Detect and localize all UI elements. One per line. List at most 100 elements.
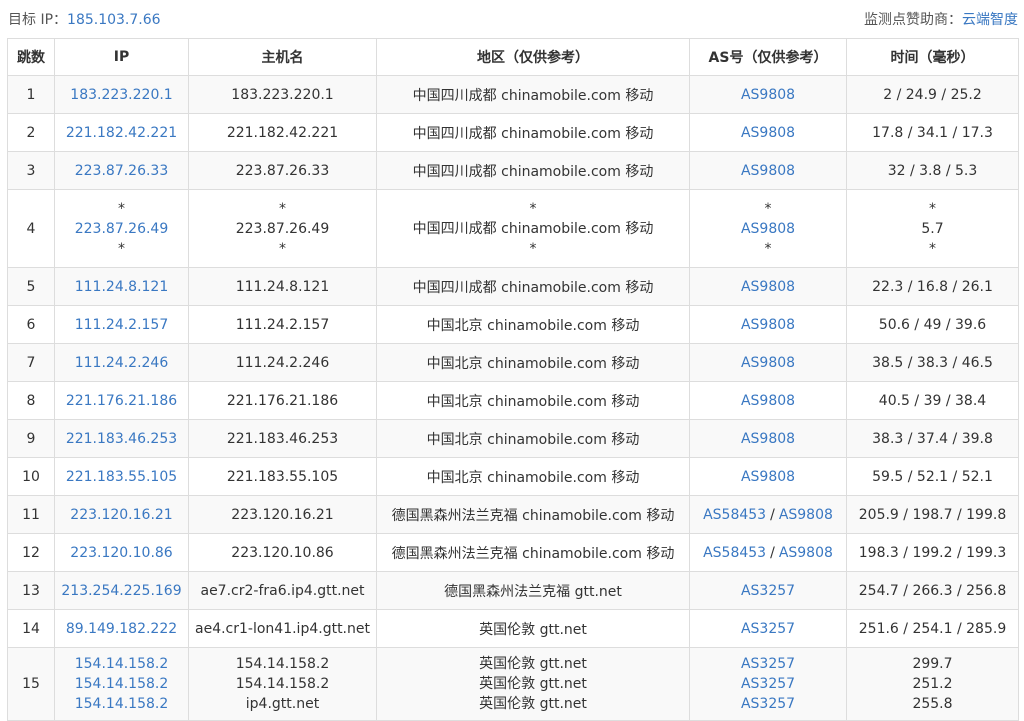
region-cell: * 中国四川成都 chinamobile.com 移动 * [376, 189, 690, 268]
time-text: 17.8 / 34.1 / 17.3 [872, 124, 993, 141]
sponsor-label: 监测点赞助商： [864, 12, 962, 28]
ip-cell: 223.120.16.21 [54, 495, 189, 534]
table-row: 7 111.24.2.246 111.24.2.246 中国北京 chinamobil… [7, 343, 1019, 382]
hostname-text: 111.24.8.121 [235, 278, 330, 295]
hop-cell: 10 [7, 457, 55, 496]
ip-link[interactable]: 223.87.26.33 [75, 163, 169, 179]
table-row: 11 223.120.16.21 223.120.16.21 德国黑森州法兰克福 ch… [7, 495, 1019, 534]
sponsor-link[interactable]: 云端智度 [962, 12, 1018, 28]
region-cell: 英国伦敦 gtt.net 英国伦敦 gtt.net 英国伦敦 gtt.net [376, 647, 690, 721]
ip-link[interactable]: 221.183.46.253 [66, 431, 177, 447]
as-link[interactable]: AS3257 [741, 676, 795, 692]
as-link[interactable]: AS3257 [741, 583, 795, 599]
as-link[interactable]: AS58453 [703, 545, 766, 561]
ip-link[interactable]: 183.223.220.1 [70, 87, 172, 103]
hostname-cell: 223.120.16.21 [188, 495, 377, 534]
as-link[interactable]: AS3257 [741, 696, 795, 712]
ip-cell: 111.24.8.121 [54, 267, 189, 306]
col-header-time: 时间（毫秒） [846, 38, 1019, 76]
as-link[interactable]: AS9808 [741, 355, 795, 371]
ip-cell: 223.87.26.33 [54, 151, 189, 190]
ip-link[interactable]: 89.149.182.222 [66, 621, 177, 637]
time-cell: 50.6 / 49 / 39.6 [846, 305, 1019, 344]
ip-cell: 183.223.220.1 [54, 75, 189, 114]
region-text: 德国黑森州法兰克福 gtt.net [444, 583, 622, 600]
region-cell: 德国黑森州法兰克福 gtt.net [376, 571, 690, 610]
ip-link[interactable]: 154.14.158.2 [75, 676, 169, 692]
hop-cell: 11 [7, 495, 55, 534]
region-cell: 德国黑森州法兰克福 chinamobile.com 移动 [376, 533, 690, 572]
region-text: 英国伦敦 gtt.net [479, 621, 587, 638]
as-cell: AS9808 [689, 343, 847, 382]
region-text: * [529, 200, 537, 217]
as-link[interactable]: AS3257 [741, 656, 795, 672]
as-link[interactable]: AS9808 [741, 279, 795, 295]
ip-link[interactable]: 221.183.55.105 [66, 469, 177, 485]
time-cell: 17.8 / 34.1 / 17.3 [846, 113, 1019, 152]
ip-cell: 154.14.158.2 154.14.158.2 154.14.158.2 [54, 647, 189, 721]
hop-cell: 14 [7, 609, 55, 648]
ip-link[interactable]: 154.14.158.2 [75, 696, 169, 712]
ip-cell: 221.183.46.253 [54, 419, 189, 458]
time-cell: 299.7 251.2 255.8 [846, 647, 1019, 721]
hop-cell: 13 [7, 571, 55, 610]
as-link[interactable]: AS9808 [741, 469, 795, 485]
sponsor-info: 监测点赞助商：云端智度 [864, 9, 1018, 29]
as-link[interactable]: AS9808 [741, 163, 795, 179]
ip-link[interactable]: 111.24.2.246 [75, 355, 169, 371]
table-row: 12 223.120.10.86 223.120.10.86 德国黑森州法兰克福 ch… [7, 533, 1019, 572]
ip-link[interactable]: 221.176.21.186 [66, 393, 177, 409]
as-link[interactable]: AS58453 [703, 507, 766, 523]
hostname-cell: * 223.87.26.49 * [188, 189, 377, 268]
ip-cell: 221.182.42.221 [54, 113, 189, 152]
as-cell: AS9808 [689, 75, 847, 114]
ip-link[interactable]: 223.120.16.21 [70, 507, 172, 523]
table-row: 5 111.24.8.121 111.24.8.121 中国四川成都 chinamob… [7, 267, 1019, 306]
hostname-text: 223.87.26.49 [235, 220, 330, 237]
ip-cell: 221.183.55.105 [54, 457, 189, 496]
region-text: 中国四川成都 chinamobile.com 移动 [412, 279, 654, 296]
time-text: 299.7 [912, 656, 953, 672]
time-cell: 2 / 24.9 / 25.2 [846, 75, 1019, 114]
ip-link[interactable]: 111.24.2.157 [75, 317, 169, 333]
as-link[interactable]: AS9808 [779, 545, 833, 561]
time-text: 198.3 / 199.2 / 199.3 [858, 544, 1007, 561]
ip-link[interactable]: 213.254.225.169 [61, 583, 181, 599]
time-cell: 205.9 / 198.7 / 199.8 [846, 495, 1019, 534]
as-link[interactable]: AS3257 [741, 621, 795, 637]
hostname-text: 111.24.2.157 [235, 316, 330, 333]
as-cell: AS9808 [689, 113, 847, 152]
as-link[interactable]: AS9808 [741, 87, 795, 103]
as-link[interactable]: AS9808 [741, 431, 795, 447]
ip-link[interactable]: 154.14.158.2 [75, 656, 169, 672]
region-text: 中国四川成都 chinamobile.com 移动 [412, 220, 654, 237]
as-text: * [764, 200, 772, 217]
as-link[interactable]: AS9808 [741, 393, 795, 409]
hop-cell: 5 [7, 267, 55, 306]
as-link[interactable]: AS9808 [741, 221, 795, 237]
as-cell: AS3257 AS3257 AS3257 [689, 647, 847, 721]
hop-cell: 12 [7, 533, 55, 572]
region-text: 中国北京 chinamobile.com 移动 [426, 431, 640, 448]
time-text: 251.6 / 254.1 / 285.9 [858, 620, 1007, 637]
hostname-text: 223.120.16.21 [231, 506, 334, 523]
as-link[interactable]: AS9808 [779, 507, 833, 523]
ip-link[interactable]: 221.182.42.221 [66, 125, 177, 141]
table-row: 3 223.87.26.33 223.87.26.33 中国四川成都 chinamob… [7, 151, 1019, 190]
region-text: 英国伦敦 gtt.net [479, 656, 587, 672]
as-link[interactable]: AS9808 [741, 125, 795, 141]
ip-link[interactable]: 223.120.10.86 [70, 545, 172, 561]
target-ip-link[interactable]: 185.103.7.66 [67, 12, 161, 28]
hostname-text: ae7.cr2-fra6.ip4.gtt.net [200, 582, 365, 599]
ip-link[interactable]: 223.87.26.49 [75, 221, 169, 237]
as-link[interactable]: AS9808 [741, 317, 795, 333]
col-header-hostname: 主机名 [188, 38, 377, 76]
hostname-text: ip4.gtt.net [245, 696, 320, 712]
time-cell: 254.7 / 266.3 / 256.8 [846, 571, 1019, 610]
region-text: 中国四川成都 chinamobile.com 移动 [412, 87, 654, 104]
col-header-ip: IP [54, 38, 189, 76]
ip-link[interactable]: 111.24.8.121 [75, 279, 169, 295]
table-row: 4 * 223.87.26.49 * * 223.87.26.49 * * 中国四川成都 chi… [7, 189, 1019, 268]
region-text: 德国黑森州法兰克福 chinamobile.com 移动 [391, 507, 675, 524]
time-cell: * 5.7 * [846, 189, 1019, 268]
